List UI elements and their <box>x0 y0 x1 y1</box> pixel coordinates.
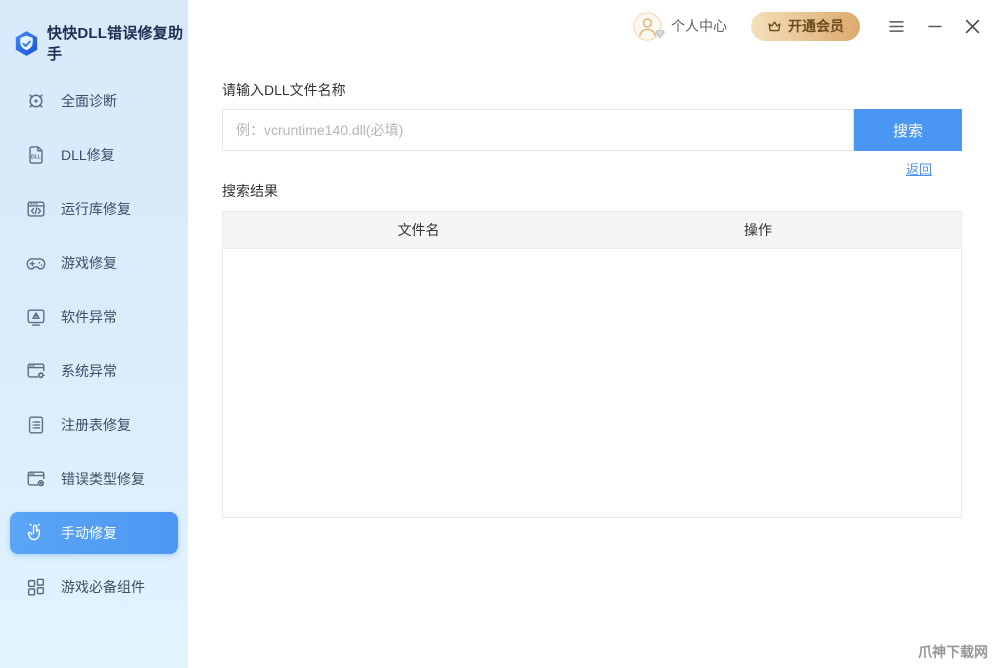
diagnosis-target-icon <box>24 89 48 113</box>
app-window: 快快DLL错误修复助手 全面诊断 DLL DLL修复 运行库修复 游戏修复 软件… <box>0 0 998 668</box>
sidebar-item-full-diagnosis[interactable]: 全面诊断 <box>10 80 178 122</box>
close-button[interactable] <box>965 19 980 34</box>
sidebar-item-label: 游戏修复 <box>61 255 117 271</box>
diamond-badge-icon <box>654 27 666 43</box>
content: 请输入DLL文件名称 搜索 返回 搜索结果 文件名 操作 <box>188 52 998 518</box>
sidebar-item-dll-repair[interactable]: DLL DLL修复 <box>10 134 178 176</box>
vip-button-label: 开通会员 <box>788 18 844 34</box>
column-header-operation: 操作 <box>744 222 773 238</box>
components-grid-icon <box>24 575 48 599</box>
sidebar-item-label: 手动修复 <box>61 525 117 541</box>
app-title: 快快DLL错误修复助手 <box>47 25 184 63</box>
sidebar-item-label: 系统异常 <box>61 363 117 379</box>
sidebar-item-label: 游戏必备组件 <box>61 579 145 595</box>
results-label: 搜索结果 <box>222 183 278 199</box>
sidebar-item-label: 运行库修复 <box>61 201 131 217</box>
svg-text:DLL: DLL <box>31 154 41 160</box>
sidebar-item-system-error[interactable]: 系统异常 <box>10 350 178 392</box>
topbar: 个人中心 开通会员 <box>188 0 998 52</box>
registry-document-icon <box>24 413 48 437</box>
shield-check-logo <box>13 30 40 57</box>
hamburger-menu-icon[interactable] <box>888 20 905 33</box>
column-header-filename: 文件名 <box>397 222 440 238</box>
runtime-code-window-icon <box>24 197 48 221</box>
sidebar-item-manual-repair[interactable]: 手动修复 <box>10 512 178 554</box>
sidebar-item-label: 注册表修复 <box>61 417 131 433</box>
sidebar-item-game-components[interactable]: 游戏必备组件 <box>10 566 178 608</box>
sidebar-item-error-type-repair[interactable]: 错误类型修复 <box>10 458 178 500</box>
system-gear-window-icon <box>24 359 48 383</box>
sidebar-item-registry-repair[interactable]: 注册表修复 <box>10 404 178 446</box>
sidebar-item-label: 错误类型修复 <box>61 471 145 487</box>
user-center-label: 个人中心 <box>671 18 727 34</box>
sidebar-item-software-error[interactable]: 软件异常 <box>10 296 178 338</box>
sidebar: 快快DLL错误修复助手 全面诊断 DLL DLL修复 运行库修复 游戏修复 软件… <box>0 0 188 668</box>
sidebar-item-runtime-repair[interactable]: 运行库修复 <box>10 188 178 230</box>
search-button[interactable]: 搜索 <box>854 109 962 151</box>
sidebar-menu: 全面诊断 DLL DLL修复 运行库修复 游戏修复 软件异常 系统异常 注册表修… <box>0 80 188 608</box>
results-table: 文件名 操作 <box>222 211 962 518</box>
hand-pointer-icon <box>24 521 48 545</box>
crown-icon <box>767 19 782 34</box>
avatar <box>633 11 665 41</box>
input-label: 请输入DLL文件名称 <box>222 82 346 98</box>
watermark-text: 爪神下载网 <box>918 644 988 660</box>
dll-file-icon: DLL <box>24 143 48 167</box>
back-row: 返回 <box>222 159 962 177</box>
user-center-button[interactable]: 个人中心 <box>633 11 727 41</box>
minimize-button[interactable] <box>928 19 942 33</box>
sidebar-item-label: 全面诊断 <box>61 93 117 109</box>
vip-button[interactable]: 开通会员 <box>751 11 860 41</box>
results-table-header: 文件名 操作 <box>223 212 961 249</box>
search-row: 搜索 <box>222 109 962 151</box>
app-logo-row: 快快DLL错误修复助手 <box>0 0 188 63</box>
back-link[interactable]: 返回 <box>906 162 932 177</box>
sidebar-item-label: 软件异常 <box>61 309 117 325</box>
sidebar-item-label: DLL修复 <box>61 147 115 163</box>
gamepad-icon <box>24 251 48 275</box>
dll-name-input[interactable] <box>222 109 854 151</box>
software-warning-icon <box>24 305 48 329</box>
main-area: 个人中心 开通会员 请输入DLL文件名称 例：vcruntime140.dll(… <box>188 0 998 668</box>
window-controls <box>888 19 980 34</box>
error-type-window-icon <box>24 467 48 491</box>
sidebar-item-game-repair[interactable]: 游戏修复 <box>10 242 178 284</box>
